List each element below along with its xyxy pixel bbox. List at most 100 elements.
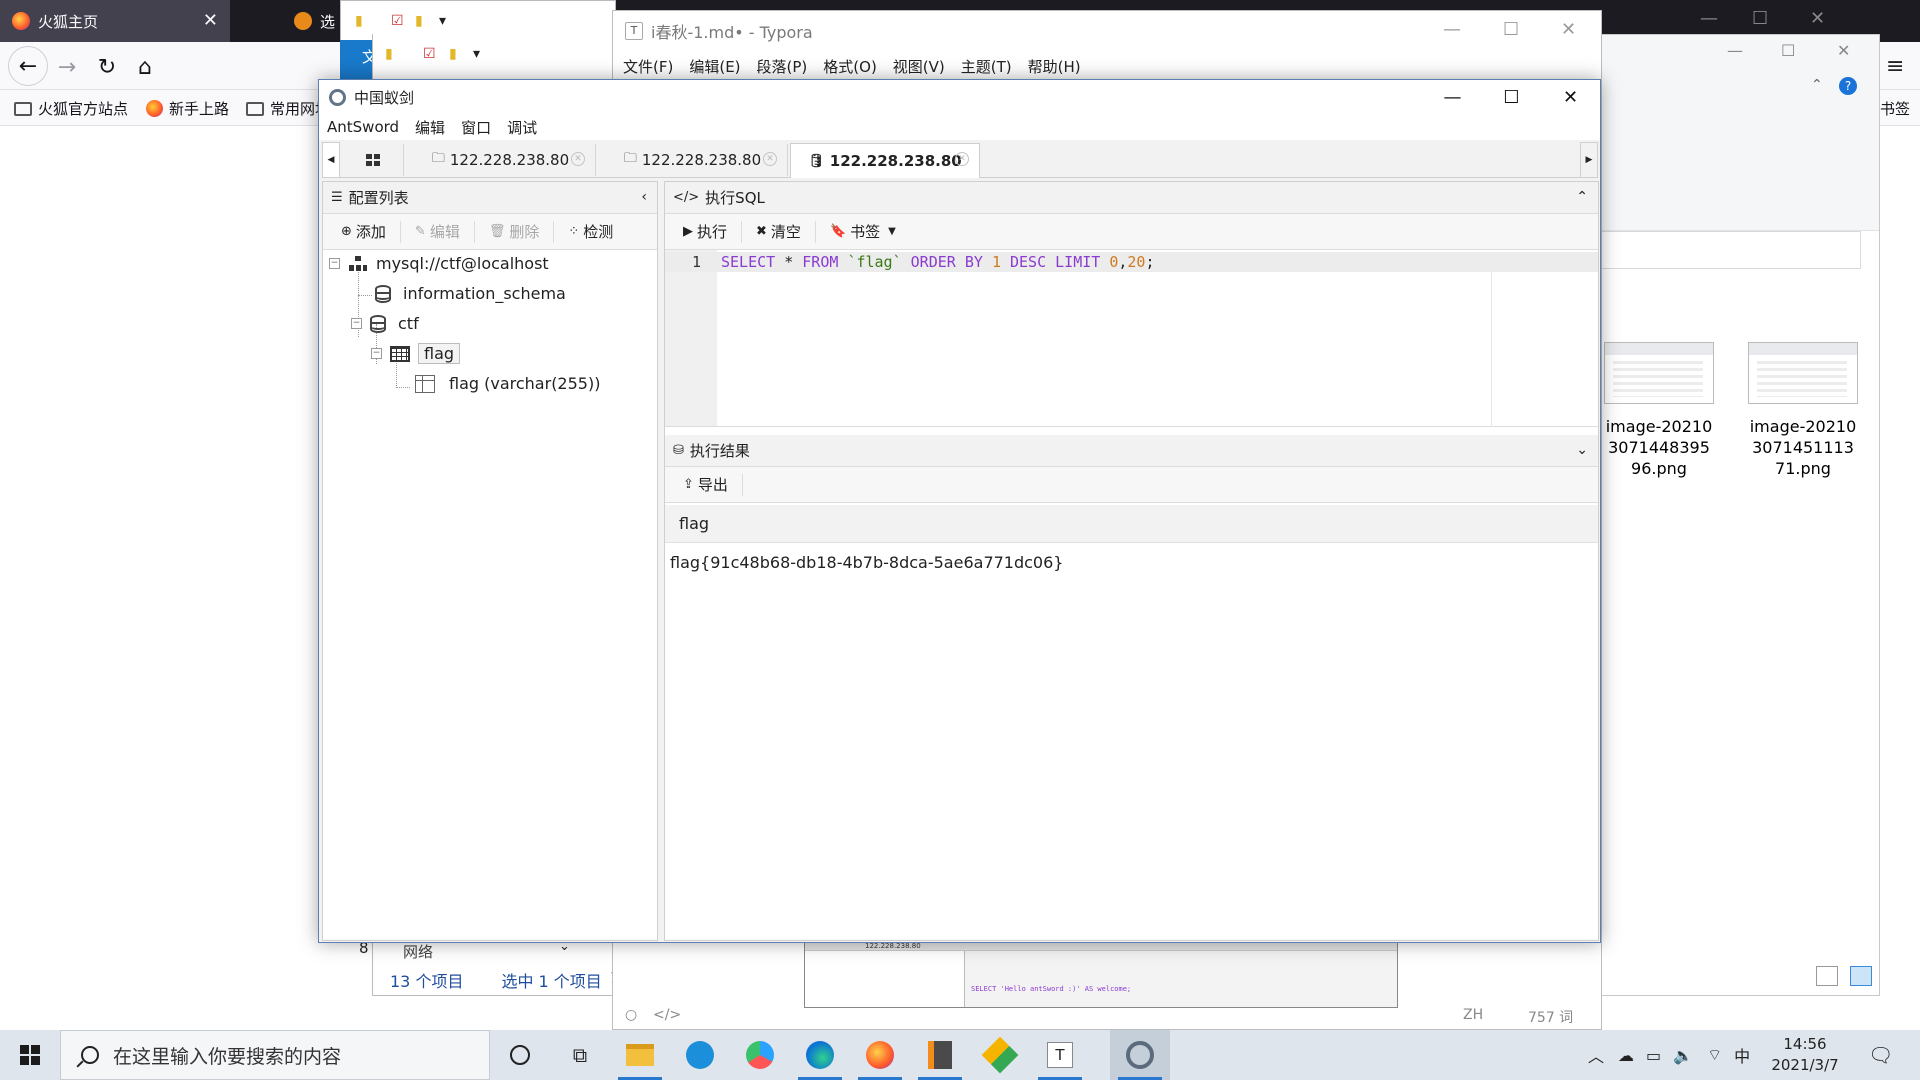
maximize-button[interactable]: ☐ xyxy=(1482,80,1541,114)
bookmark-dropdown[interactable]: 🔖 书签 ▼ xyxy=(820,218,906,246)
menu-edit[interactable]: 编辑(E) xyxy=(689,56,740,77)
menu-file[interactable]: 文件(F) xyxy=(623,56,673,77)
tab-file-manager-2[interactable]: 🗀 122.228.238.80 ✕ xyxy=(598,144,788,176)
cloud-icon[interactable]: ☁ xyxy=(1618,1046,1634,1065)
tree-node-db-ctf[interactable]: − ctf xyxy=(351,314,419,333)
taskbar-file-explorer[interactable] xyxy=(610,1030,670,1080)
add-button[interactable]: ⊕ 添加 xyxy=(331,218,396,246)
tree-node-connection[interactable]: − mysql://ctf@localhost xyxy=(329,254,549,273)
taskbar-typora[interactable]: T xyxy=(1030,1030,1090,1080)
menu-edit[interactable]: 编辑 xyxy=(415,117,445,138)
new-folder-icon[interactable]: ▮ xyxy=(415,13,423,29)
close-icon[interactable]: ✕ xyxy=(1810,8,1825,29)
flag-value-cell[interactable]: flag{91c48b68-db18-4b7b-8dca-5ae6a771dc0… xyxy=(670,553,1063,572)
bookmark-item[interactable]: 火狐官方站点 xyxy=(14,98,128,119)
reload-button[interactable]: ↻ xyxy=(92,52,122,82)
sql-editor[interactable]: 1 SELECT * FROM `flag` ORDER BY 1 DESC L… xyxy=(665,250,1598,427)
large-icons-view-icon[interactable] xyxy=(1850,966,1872,986)
tree-node-db-information-schema[interactable]: information_schema xyxy=(375,284,566,303)
ime-indicator[interactable]: 中 xyxy=(1734,1043,1750,1067)
firefox-tab-home[interactable]: 火狐主页 ✕ xyxy=(0,0,230,42)
tab-scroll-left[interactable]: ◀ xyxy=(322,142,340,178)
tab-home[interactable] xyxy=(342,144,404,176)
cortana-button[interactable] xyxy=(490,1030,550,1080)
menu-window[interactable]: 窗口 xyxy=(461,117,491,138)
chevron-down-icon[interactable]: ▾ xyxy=(439,13,446,29)
tab-close-icon[interactable]: ✕ xyxy=(763,152,777,166)
minimize-icon[interactable]: — xyxy=(1727,41,1743,60)
forward-button[interactable]: → xyxy=(52,52,82,82)
details-view-icon[interactable] xyxy=(1816,966,1838,986)
volume-icon[interactable]: 🔈 xyxy=(1673,1046,1693,1065)
code-line[interactable]: 1 SELECT * FROM `flag` ORDER BY 1 DESC L… xyxy=(665,252,1598,272)
close-icon[interactable]: ✕ xyxy=(1837,41,1850,60)
properties-icon[interactable]: ☑ xyxy=(423,46,436,62)
taskbar-app-7[interactable] xyxy=(970,1030,1030,1080)
collapse-left-icon[interactable]: ‹ xyxy=(641,189,647,205)
nav-network[interactable]: 网络 xyxy=(403,941,433,962)
search-icon[interactable]: ○ xyxy=(625,1007,637,1023)
file-thumbnail[interactable]: image-20210307145111371.png xyxy=(1748,342,1858,479)
tab-close-icon[interactable]: ✕ xyxy=(955,152,969,166)
start-button[interactable] xyxy=(0,1030,60,1080)
close-icon[interactable]: ✕ xyxy=(1561,19,1576,40)
task-view-button[interactable]: ⧉ xyxy=(550,1030,610,1080)
maximize-icon[interactable]: ☐ xyxy=(1752,8,1768,29)
menu-theme[interactable]: 主题(T) xyxy=(961,56,1012,77)
menu-paragraph[interactable]: 段落(P) xyxy=(757,56,808,77)
home-button[interactable]: ⌂ xyxy=(130,52,160,82)
close-icon[interactable]: ✕ xyxy=(203,10,218,31)
battery-icon[interactable]: ▭ xyxy=(1646,1046,1661,1065)
delete-button[interactable]: 🗑 删除 xyxy=(479,218,550,246)
chevron-up-icon[interactable]: ︿ xyxy=(1588,1043,1604,1067)
menu-format[interactable]: 格式(O) xyxy=(823,56,877,77)
properties-icon[interactable]: ☑ xyxy=(391,13,404,29)
explorer-search-box[interactable] xyxy=(1601,231,1861,269)
menu-help[interactable]: 帮助(H) xyxy=(1028,56,1081,77)
export-button[interactable]: ⇪ 导出 xyxy=(673,471,738,499)
tab-file-manager-1[interactable]: 🗀 122.228.238.80 ✕ xyxy=(406,144,596,176)
chevron-up-icon[interactable]: ⌃ xyxy=(1811,77,1823,93)
tab-close-icon[interactable]: ✕ xyxy=(571,152,585,166)
source-code-icon[interactable]: </> xyxy=(653,1007,681,1023)
collapse-toggle-icon[interactable]: − xyxy=(351,318,362,329)
taskbar-app-2[interactable] xyxy=(670,1030,730,1080)
new-folder-icon[interactable]: ▮ xyxy=(449,46,457,62)
help-icon[interactable]: ? xyxy=(1839,77,1857,95)
taskbar-app-3[interactable] xyxy=(730,1030,790,1080)
tab-scroll-right[interactable]: ▶ xyxy=(1580,142,1598,178)
taskbar-antsword[interactable] xyxy=(1110,1030,1170,1080)
clear-button[interactable]: ✖ 清空 xyxy=(746,218,811,246)
results-column-header[interactable]: flag xyxy=(665,505,1598,543)
bookmark-item[interactable]: 新手上路 xyxy=(146,98,229,119)
word-count[interactable]: 757 词 xyxy=(1528,1007,1573,1027)
close-button[interactable]: ✕ xyxy=(1541,80,1600,114)
notification-button[interactable]: 🗨 xyxy=(1868,1030,1893,1080)
minimize-icon[interactable]: — xyxy=(1443,19,1461,40)
chevron-down-icon[interactable]: ⌄ xyxy=(1576,442,1588,458)
tree-node-table-flag[interactable]: − flag xyxy=(371,343,461,364)
menu-antsword[interactable]: AntSword xyxy=(327,118,399,136)
taskbar-search[interactable]: 在这里输入你要搜索的内容 xyxy=(60,1030,490,1080)
maximize-icon[interactable]: ☐ xyxy=(1781,41,1795,60)
detect-button[interactable]: ⁘ 检测 xyxy=(558,218,623,246)
taskbar-sublime[interactable] xyxy=(910,1030,970,1080)
chevron-up-icon[interactable]: ⌃ xyxy=(1576,189,1588,205)
taskbar-edge[interactable] xyxy=(790,1030,850,1080)
sql-query[interactable]: SELECT * FROM `flag` ORDER BY 1 DESC LIM… xyxy=(721,252,1155,272)
table-row[interactable]: flag{91c48b68-db18-4b7b-8dca-5ae6a771dc0… xyxy=(665,545,1598,579)
collapse-toggle-icon[interactable]: − xyxy=(329,258,340,269)
tree-node-column-flag[interactable]: flag (varchar(255)) xyxy=(415,374,600,393)
firefox-tab-2[interactable]: 选 xyxy=(282,0,342,42)
clock[interactable]: 14:56 2021/3/7 xyxy=(1755,1034,1855,1076)
collapse-toggle-icon[interactable]: − xyxy=(371,348,382,359)
menu-debug[interactable]: 调试 xyxy=(507,117,537,138)
menu-view[interactable]: 视图(V) xyxy=(893,56,945,77)
chevron-down-icon[interactable]: ▾ xyxy=(473,46,480,62)
file-thumbnail[interactable]: image-20210307144839596.png xyxy=(1604,342,1714,479)
minimize-icon[interactable]: — xyxy=(1700,8,1718,29)
execute-button[interactable]: ▶ 执行 xyxy=(673,218,737,246)
bookmarks-menu[interactable]: 书签 xyxy=(1880,98,1910,119)
tab-database[interactable]: 🛢 122.228.238.80 ✕ xyxy=(790,143,980,178)
wifi-icon[interactable]: ⌔ xyxy=(1707,1045,1722,1065)
